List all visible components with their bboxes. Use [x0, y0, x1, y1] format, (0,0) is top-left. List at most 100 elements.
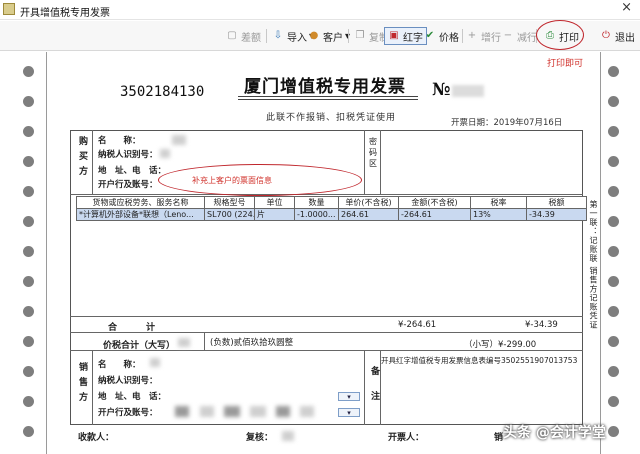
customer-icon: ●	[309, 30, 319, 41]
redacted-value	[300, 406, 314, 417]
toolbar-separator	[266, 29, 267, 43]
col-header-amount: 金额(不含税)	[398, 196, 471, 209]
price-icon: ✔	[425, 30, 435, 41]
toolbar-separator	[348, 29, 349, 43]
redacted-value	[200, 406, 214, 417]
doc-icon: ▢	[227, 30, 237, 41]
add-row-icon: +	[467, 30, 477, 41]
cell-amount[interactable]: -264.61	[398, 208, 471, 221]
remove-row-button[interactable]: − 减行	[502, 28, 537, 44]
feed-hole	[608, 396, 619, 407]
remark-text: 开具红字增值税专用发票信息表编号3502551907013753	[381, 356, 578, 365]
feed-hole	[23, 96, 34, 107]
divider	[380, 130, 381, 194]
title-bar: 开具增值税专用发票 ×	[0, 0, 640, 20]
grand-total-label: 价税合计（大写）	[103, 341, 176, 351]
feed-hole	[23, 306, 34, 317]
col-header-tax: 税额	[526, 196, 587, 209]
sum-amount: ¥-264.61	[398, 320, 437, 330]
feed-hole	[608, 246, 619, 257]
redacted-value	[160, 149, 170, 158]
redacted-value	[172, 135, 186, 145]
cell-price[interactable]: 264.61	[338, 208, 399, 221]
cell-tax[interactable]: -34.39	[526, 208, 587, 221]
seller-section-label: 销售方	[77, 362, 87, 407]
col-header-unit: 单位	[254, 196, 295, 209]
feed-hole	[608, 366, 619, 377]
bank-dropdown[interactable]: ▾	[338, 408, 360, 417]
redacted-value	[250, 406, 266, 417]
remove-row-icon: −	[503, 30, 513, 41]
remark-label: 备注	[369, 366, 379, 416]
col-header-name: 货物或应税劳务、服务名称	[76, 196, 205, 209]
address-dropdown[interactable]: ▾	[338, 392, 360, 401]
seller-bank-label: 开户行及账号：	[98, 408, 158, 418]
redacted-value	[178, 338, 190, 347]
cell-unit[interactable]: 片	[254, 208, 295, 221]
feed-hole	[23, 66, 34, 77]
reviewer-label: 复核：	[246, 433, 274, 443]
title-underline	[238, 96, 418, 97]
close-icon[interactable]: ×	[621, 0, 632, 15]
add-row-button[interactable]: + 增行	[466, 28, 501, 44]
right-tear-line	[600, 52, 601, 454]
invoice-number-label: №	[432, 80, 451, 100]
window-title: 开具增值税专用发票	[20, 8, 110, 19]
redacted-value	[224, 406, 240, 417]
feed-hole	[23, 396, 34, 407]
print-hint: 打印即可	[547, 59, 584, 69]
grand-total-small: （小写）¥-299.00	[464, 340, 537, 350]
feed-hole	[608, 216, 619, 227]
sum-tax: ¥-34.39	[525, 320, 558, 330]
right-feed-strip	[603, 52, 625, 454]
feed-hole	[23, 366, 34, 377]
app-icon	[3, 3, 15, 15]
invoice-number-redacted	[452, 85, 484, 97]
customer-button[interactable]: ● 客户 ▾	[308, 28, 350, 44]
power-icon: ⏻	[602, 30, 610, 41]
drawer-label: 开票人：	[388, 433, 425, 443]
feed-hole	[23, 126, 34, 137]
feed-hole	[608, 426, 619, 437]
col-header-spec: 规格型号	[204, 196, 255, 209]
issue-date: 开票日期：2019年07月16日	[451, 118, 563, 128]
left-tear-line	[46, 52, 47, 454]
redacted-value	[150, 358, 160, 367]
price-button[interactable]: ✔ 价格	[424, 28, 459, 44]
copy-icon: ❐	[355, 30, 365, 41]
feed-hole	[608, 276, 619, 287]
buyer-bank-label: 开户行及账号：	[98, 180, 158, 190]
table-header-row: 货物或应税劳务、服务名称 规格型号 单位 数量 单价(不含税) 金额(不含税) …	[76, 196, 587, 209]
feed-hole	[23, 336, 34, 347]
payee-label: 收款人：	[78, 433, 115, 443]
feed-hole	[608, 66, 619, 77]
divider	[364, 130, 365, 194]
diff-button[interactable]: ▢ 差额	[226, 28, 261, 44]
watermark: 头条 @会计学堂	[503, 425, 606, 441]
cell-spec[interactable]: SL700 (224...	[204, 208, 255, 221]
exit-button[interactable]: ⏻ 退出	[600, 28, 635, 44]
print-highlight-circle	[536, 20, 584, 50]
col-header-rate: 税率	[470, 196, 527, 209]
cell-qty[interactable]: -1.0000...	[294, 208, 339, 221]
table-row[interactable]: *计算机外部设备*联想（Leno... SL700 (224... 片 -1.0…	[76, 208, 587, 221]
title-underline	[238, 99, 418, 100]
redacted-value	[175, 406, 189, 417]
cipher-area-label: 密码区	[369, 137, 377, 168]
import-icon: ⇩	[273, 30, 283, 41]
red-invoice-button[interactable]: ▣ 红字	[384, 27, 427, 45]
feed-hole	[608, 126, 619, 137]
divider	[92, 130, 93, 194]
feed-hole	[608, 156, 619, 167]
invoice-note: 此联不作报销、扣税凭证使用	[266, 113, 397, 123]
red-invoice-icon: ▣	[389, 30, 399, 41]
feed-hole	[23, 186, 34, 197]
buyer-taxid-label: 纳税人识别号：	[98, 150, 158, 160]
divider	[92, 350, 93, 425]
cell-name[interactable]: *计算机外部设备*联想（Leno...	[76, 208, 205, 221]
buyer-address-label: 地 址、电 话：	[98, 166, 167, 176]
goods-table: 货物或应税劳务、服务名称 规格型号 单位 数量 单价(不含税) 金额(不含税) …	[76, 196, 587, 221]
redacted-value	[282, 431, 294, 441]
cell-rate[interactable]: 13%	[470, 208, 527, 221]
feed-hole	[608, 336, 619, 347]
